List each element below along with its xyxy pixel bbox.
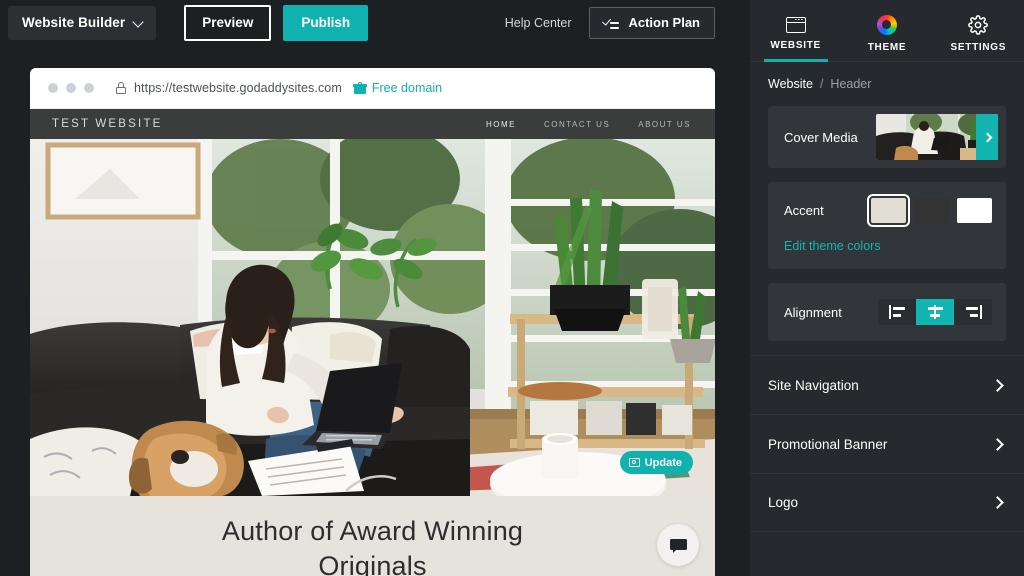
app-menu-dropdown[interactable]: Website Builder xyxy=(8,5,157,40)
sidebar-row-promotional-banner[interactable]: Promotional Banner xyxy=(750,414,1024,473)
chevron-right-icon xyxy=(991,378,1004,392)
url-bar[interactable]: https://testwebsite.godaddysites.com xyxy=(116,81,342,95)
site-header: TEST WEBSITE HOME CONTACT US ABOUT US xyxy=(30,109,715,139)
tab-website-label: WEBSITE xyxy=(770,39,821,51)
align-right-icon xyxy=(965,305,982,319)
camera-icon xyxy=(628,458,640,467)
alignment-options xyxy=(878,299,992,325)
site-nav-item-about-us[interactable]: ABOUT US xyxy=(638,120,691,129)
update-cover-button[interactable]: Update xyxy=(619,451,693,474)
free-domain-label: Free domain xyxy=(371,81,443,95)
browser-chrome-bar: https://testwebsite.godaddysites.com Fre… xyxy=(30,68,715,109)
gear-icon xyxy=(968,14,989,35)
browser-window-icon xyxy=(785,16,806,33)
site-title[interactable]: TEST WEBSITE xyxy=(52,118,163,130)
sidebar-row-site-navigation[interactable]: Site Navigation xyxy=(750,355,1024,414)
action-plan-button[interactable]: Action Plan xyxy=(589,6,715,39)
editor-area: Website Builder Preview Publish Help Cen… xyxy=(0,0,750,576)
chevron-right-icon xyxy=(991,496,1004,509)
top-toolbar: Website Builder Preview Publish Help Cen… xyxy=(0,0,750,45)
accent-panel: Accent Edit theme colors xyxy=(768,182,1006,269)
cover-media-open[interactable] xyxy=(976,114,998,160)
logo-label: Logo xyxy=(768,495,799,510)
site-preview-canvas: https://testwebsite.godaddysites.com Fre… xyxy=(30,68,715,576)
align-center-icon xyxy=(927,305,944,319)
gift-icon xyxy=(352,82,367,94)
align-left-button[interactable] xyxy=(878,299,916,325)
tab-theme-label: THEME xyxy=(867,41,907,53)
breadcrumb-root[interactable]: Website xyxy=(768,77,813,91)
right-sidebar: WEBSITE THEME SETTINGS Website / Header xyxy=(750,0,1024,576)
publish-button[interactable]: Publish xyxy=(283,4,369,41)
color-wheel-icon xyxy=(876,14,897,35)
hero-cover-image[interactable]: Update xyxy=(30,139,715,496)
hero-heading: Author of Award Winning Originals xyxy=(221,516,524,576)
checklist-icon xyxy=(602,16,620,29)
app-menu-label: Website Builder xyxy=(22,15,126,30)
promotional-banner-label: Promotional Banner xyxy=(768,436,888,452)
lock-icon xyxy=(116,82,126,94)
accent-swatch-2[interactable] xyxy=(914,198,949,223)
align-center-button[interactable] xyxy=(916,299,954,325)
alignment-label: Alignment xyxy=(784,304,842,320)
site-nav-item-contact-us[interactable]: CONTACT US xyxy=(544,120,610,129)
website-builder-app: Website Builder Preview Publish Help Cen… xyxy=(0,0,1024,576)
chat-button[interactable] xyxy=(657,524,699,566)
alignment-panel: Alignment xyxy=(768,283,1006,341)
hero-caption[interactable]: Author of Award Winning Originals xyxy=(30,496,715,576)
url-text: https://testwebsite.godaddysites.com xyxy=(134,81,342,95)
chevron-right-icon xyxy=(982,132,992,142)
cover-media-label: Cover Media xyxy=(784,129,858,145)
breadcrumb: Website / Header xyxy=(750,62,1024,106)
accent-swatch-3[interactable] xyxy=(957,198,992,223)
tab-settings[interactable]: SETTINGS xyxy=(933,0,1024,61)
tab-settings-label: SETTINGS xyxy=(950,41,1007,53)
site-nav: HOME CONTACT US ABOUT US xyxy=(486,120,691,129)
edit-theme-colors-link[interactable]: Edit theme colors xyxy=(784,239,881,253)
cover-media-panel: Cover Media xyxy=(768,106,1006,168)
tab-theme[interactable]: THEME xyxy=(841,0,932,61)
sidebar-tabs: WEBSITE THEME SETTINGS xyxy=(750,0,1024,62)
align-left-icon xyxy=(888,305,906,319)
align-right-button[interactable] xyxy=(954,299,992,325)
top-toolbar-right: Help Center Action Plan xyxy=(505,6,750,39)
window-dots xyxy=(48,83,94,93)
free-domain-link[interactable]: Free domain xyxy=(352,81,443,95)
preview-button[interactable]: Preview xyxy=(184,4,272,41)
chat-bubble-icon xyxy=(669,538,687,553)
help-center-link[interactable]: Help Center xyxy=(505,16,572,30)
site-nav-item-home[interactable]: HOME xyxy=(486,120,516,129)
sidebar-row-logo[interactable]: Logo xyxy=(750,473,1024,532)
cover-media-thumbnail[interactable] xyxy=(876,114,998,160)
chevron-right-icon xyxy=(991,437,1004,451)
update-label: Update xyxy=(644,456,682,469)
site-navigation-label: Site Navigation xyxy=(768,377,859,393)
accent-swatch-1[interactable] xyxy=(867,194,910,227)
accent-label: Accent xyxy=(784,203,824,218)
hero-illustration xyxy=(30,139,715,496)
tab-website[interactable]: WEBSITE xyxy=(750,0,841,61)
breadcrumb-separator: / xyxy=(819,77,824,91)
chevron-down-icon xyxy=(134,18,143,27)
breadcrumb-current: Header xyxy=(830,77,872,91)
action-plan-label: Action Plan xyxy=(628,15,700,30)
accent-swatches xyxy=(867,194,1006,227)
accent-row: Accent xyxy=(784,194,1006,227)
